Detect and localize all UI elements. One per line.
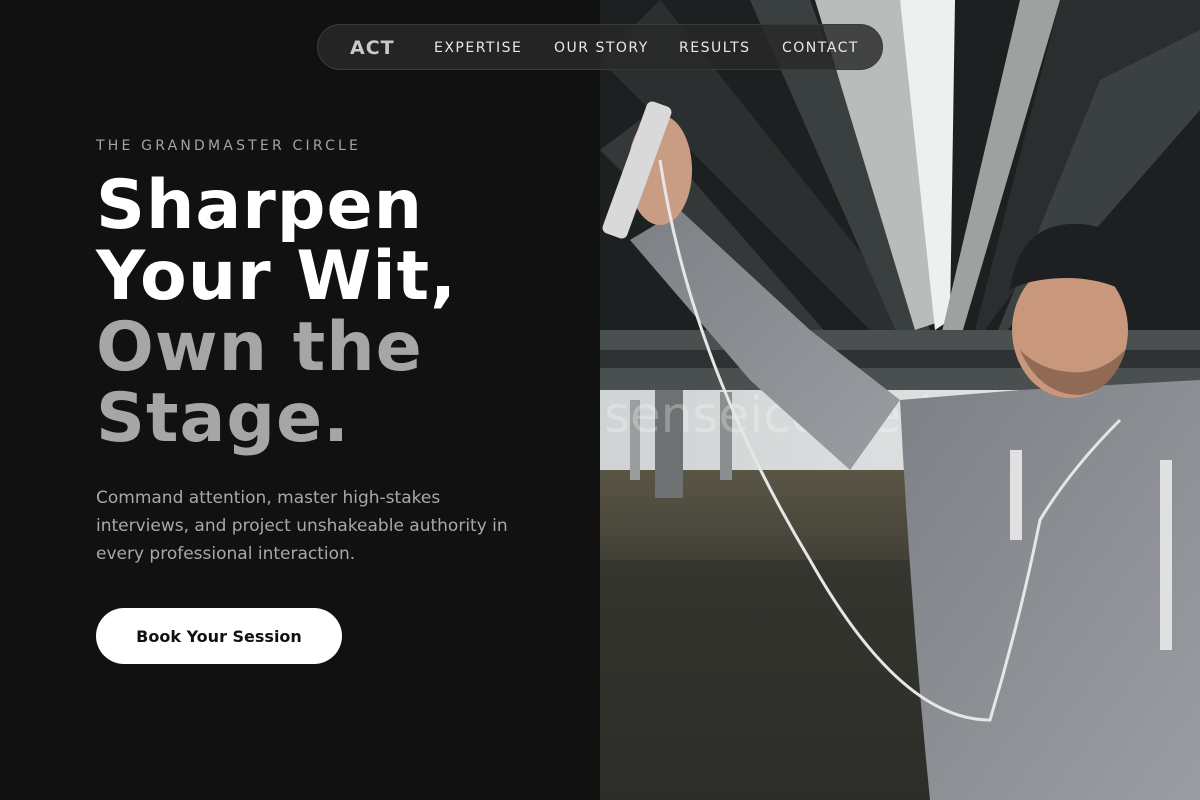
book-session-button[interactable]: Book Your Session [96,608,342,664]
nav-link-our-story[interactable]: OUR STORY [554,40,649,56]
landing-page: THE GRANDMASTER CIRCLE Sharpen Your Wit,… [0,0,1200,800]
hero-description: Command attention, master high-stakes in… [96,488,508,564]
top-navigation: ACT EXPERTISE OUR STORY RESULTS CONTACT [317,24,883,70]
headline-line-4: Stage. [96,379,350,458]
hero-panel: THE GRANDMASTER CIRCLE Sharpen Your Wit,… [0,0,600,800]
hero-photo: senseicomedy.com [600,0,1200,800]
headline-line-1: Sharpen [96,166,424,245]
nav-link-contact[interactable]: CONTACT [782,40,859,56]
hero-headline: Sharpen Your Wit, Own the Stage. [96,170,596,454]
nav-link-results[interactable]: RESULTS [679,40,751,56]
brand-logo[interactable]: ACT [350,37,395,59]
headline-line-3: Own the [96,308,423,387]
nav-link-expertise[interactable]: EXPERTISE [434,40,522,56]
hero-eyebrow: THE GRANDMASTER CIRCLE [96,138,362,154]
headline-line-2: Your Wit, [96,237,457,316]
